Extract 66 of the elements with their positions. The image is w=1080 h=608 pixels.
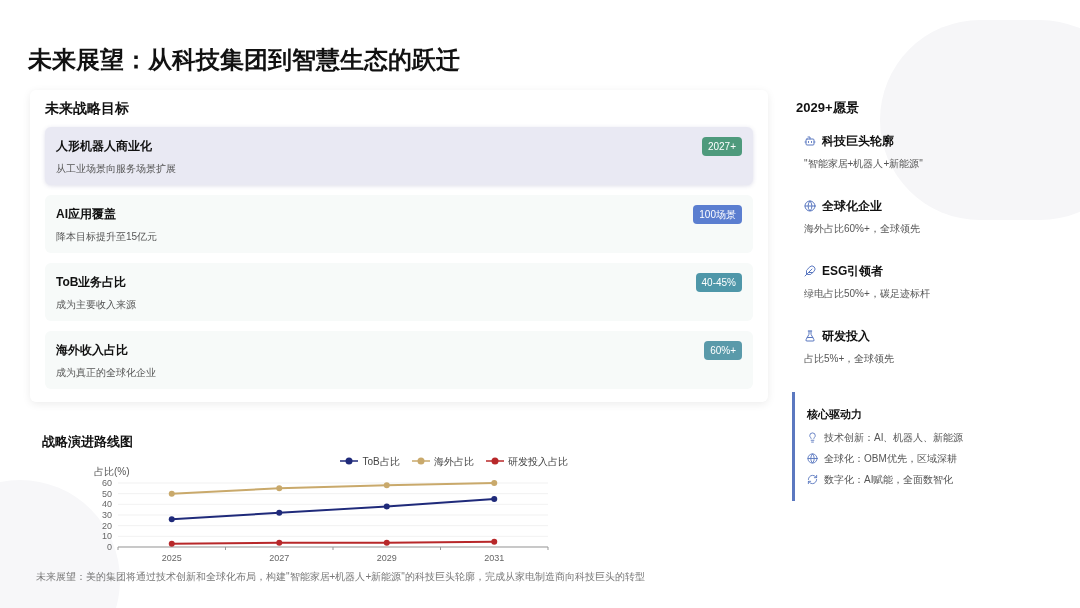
driver-text: 技术创新：AI、机器人、新能源 <box>824 431 964 445</box>
goal-badge: 100场景 <box>693 205 742 224</box>
x-tick-label: 2031 <box>484 552 505 563</box>
x-tick-label: 2025 <box>161 552 182 563</box>
data-point <box>491 538 498 545</box>
y-tick-label: 40 <box>102 498 112 509</box>
goal-description: 从工业场景向服务场景扩展 <box>56 162 176 176</box>
data-point <box>383 481 390 488</box>
feather-icon <box>804 264 816 277</box>
legend-item: 海外占比 <box>411 453 474 469</box>
goal-title: 海外收入占比 <box>56 342 129 359</box>
vision-description: 海外占比60%+，全球领先 <box>803 221 921 236</box>
lightbulb-icon <box>807 432 818 443</box>
data-point <box>383 502 390 509</box>
goal-description: 成为真正的全球化企业 <box>56 366 156 380</box>
robot-icon <box>804 134 816 147</box>
x-tick-label: 2029 <box>376 552 397 563</box>
globe-icon <box>807 453 818 464</box>
section-heading: 2029+愿景 <box>796 99 860 117</box>
y-tick-label: 0 <box>107 541 112 552</box>
section-heading: 战略演进路线图 <box>42 433 134 451</box>
data-point <box>491 495 498 502</box>
goal-description: 降本目标提升至15亿元 <box>56 230 158 244</box>
driver-text: 数字化：AI赋能，全面数智化 <box>824 473 954 487</box>
refresh-icon <box>807 474 818 485</box>
legend-label: 研发投入占比 <box>507 454 568 469</box>
slide-title: 未来展望：从科技集团到智慧生态的跃迁 <box>28 45 461 75</box>
y-tick-label: 20 <box>102 520 112 531</box>
y-tick-label: 60 <box>102 477 112 488</box>
data-point <box>276 509 283 516</box>
drivers-heading: 核心驱动力 <box>807 406 863 422</box>
vision-title: 全球化企业 <box>822 197 882 215</box>
y-tick-label: 30 <box>102 509 112 520</box>
vision-description: 占比5%+，全球领先 <box>803 351 896 366</box>
globe-icon <box>804 199 816 212</box>
y-axis-label: 占比(%) <box>94 465 130 477</box>
goal-badge: 40-45% <box>695 273 742 292</box>
vision-title: 研发投入 <box>822 327 870 345</box>
data-point <box>491 479 498 486</box>
goal-title: 人形机器人商业化 <box>56 138 153 155</box>
data-point <box>168 515 175 522</box>
footnote: 未来展望：美的集团将通过技术创新和全球化布局，构建"智能家居+机器人+新能源"的科技巨头轮廓，完成从家电制造商向科技巨头的转型 <box>36 569 646 584</box>
legend-label: ToB占比 <box>362 454 400 469</box>
data-point <box>383 539 390 546</box>
vision-title: ESG引领者 <box>822 262 884 280</box>
goal-title: ToB业务占比 <box>56 274 128 291</box>
data-point <box>168 540 175 547</box>
driver-text: 全球化：OBM优先，区域深耕 <box>824 452 957 466</box>
y-tick-label: 50 <box>102 488 112 499</box>
data-point <box>168 490 175 497</box>
goal-title: AI应用覆盖 <box>56 206 117 223</box>
legend-item: ToB占比 <box>340 453 400 469</box>
data-point <box>276 539 283 546</box>
goal-badge: 60%+ <box>704 341 742 360</box>
flask-icon <box>804 329 816 342</box>
goal-description: 成为主要收入来源 <box>56 298 136 312</box>
data-point <box>276 484 283 491</box>
legend-label: 海外占比 <box>433 454 474 469</box>
legend-item: 研发投入占比 <box>485 453 568 469</box>
goal-badge: 2027+ <box>701 137 742 156</box>
section-heading: 未来战略目标 <box>45 99 130 118</box>
vision-description: 绿电占比50%+，碳足迹标杆 <box>803 286 931 301</box>
x-tick-label: 2027 <box>269 552 290 563</box>
vision-title: 科技巨头轮廓 <box>822 132 894 150</box>
vision-description: "智能家居+机器人+新能源" <box>803 156 924 171</box>
y-tick-label: 10 <box>102 530 112 541</box>
